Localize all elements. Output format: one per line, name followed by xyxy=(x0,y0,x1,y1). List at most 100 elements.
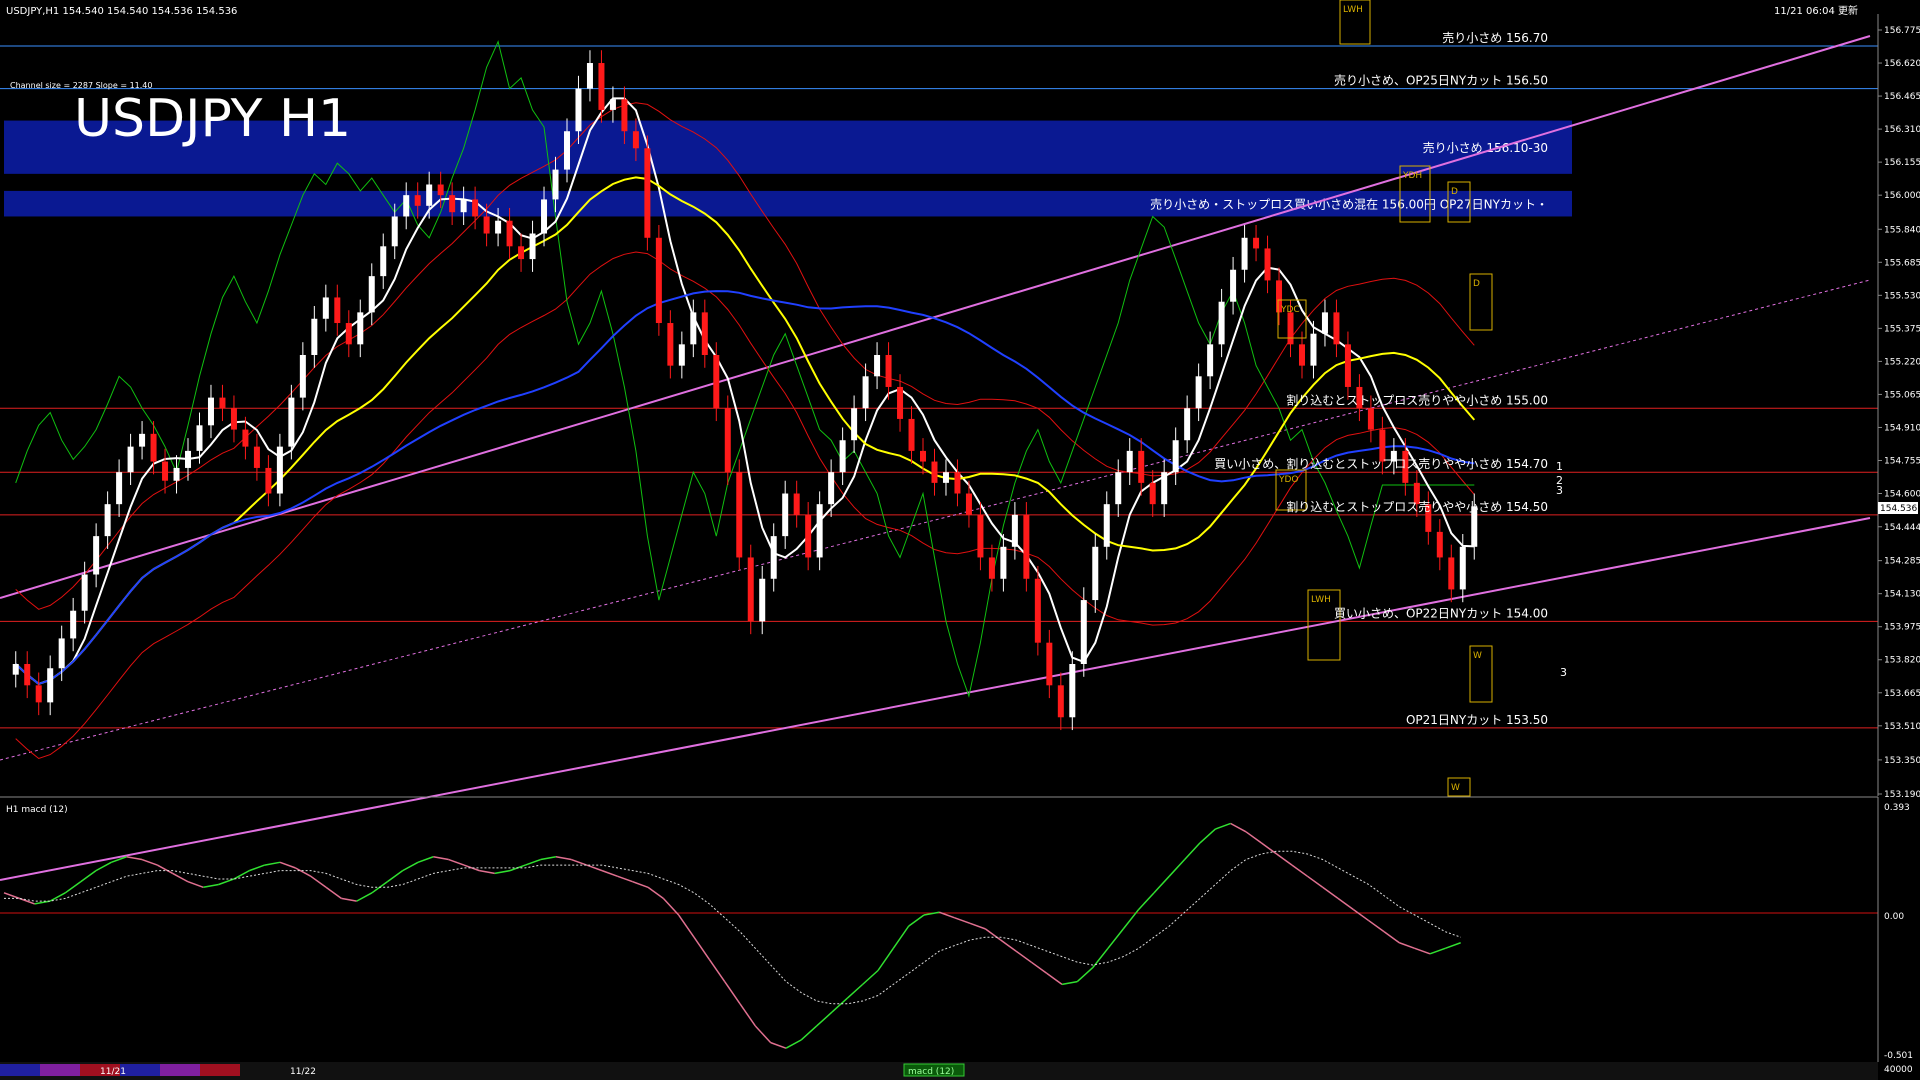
candle-body xyxy=(736,472,743,558)
candle-body xyxy=(713,354,720,409)
symbol-info: USDJPY,H1 154.540 154.540 154.536 154.53… xyxy=(6,6,237,17)
candle-body xyxy=(1080,600,1087,665)
candle-body xyxy=(1264,248,1271,281)
candle-body xyxy=(276,446,283,494)
macd-bottom-value: 40000 xyxy=(1884,1065,1913,1075)
candle-body xyxy=(759,578,766,622)
price-tick-label: 156.000 xyxy=(1884,191,1920,201)
candle-body xyxy=(1287,312,1294,345)
candle-body xyxy=(632,131,639,149)
date-label: 11/22 xyxy=(290,1067,316,1077)
candle-body xyxy=(299,354,306,398)
candle-body xyxy=(322,297,329,319)
candle-body xyxy=(621,99,628,132)
price-tick-label: 154.130 xyxy=(1884,590,1920,600)
candle-body xyxy=(793,493,800,515)
candle-body xyxy=(426,184,433,206)
price-tick-label: 154.444 xyxy=(1884,523,1920,533)
candle-body xyxy=(701,312,708,355)
zone-label: 売り小さめ 156.10-30 xyxy=(1423,140,1548,155)
candle-body xyxy=(403,195,410,217)
candle-body xyxy=(1092,546,1099,601)
candle-body xyxy=(81,574,88,611)
candle-body xyxy=(1023,514,1030,579)
candle-body xyxy=(1344,344,1351,387)
candle-body xyxy=(1367,408,1374,430)
candle-body xyxy=(667,323,674,366)
candle-body xyxy=(116,472,123,505)
candle-body xyxy=(1069,664,1076,718)
price-tick-label: 156.775 xyxy=(1884,26,1920,36)
level-box-label: YDO xyxy=(1278,475,1299,485)
candle-body xyxy=(265,467,272,494)
candle-body xyxy=(150,433,157,462)
price-tick-label: 153.190 xyxy=(1884,790,1920,800)
price-tick-label: 155.065 xyxy=(1884,390,1920,400)
period-segment xyxy=(120,1064,160,1076)
candle-body xyxy=(1241,237,1248,270)
candle-body xyxy=(988,557,995,579)
candle-body xyxy=(12,664,19,675)
candle-body xyxy=(460,199,467,213)
candle-body xyxy=(1218,301,1225,345)
candle-body xyxy=(782,493,789,537)
candle-body xyxy=(862,376,869,409)
candle-body xyxy=(58,638,65,669)
candle-body xyxy=(173,467,180,481)
candle-body xyxy=(1172,440,1179,473)
indicator-tab-label: macd (12) xyxy=(908,1067,954,1077)
candle-body xyxy=(437,184,444,196)
price-tick-label: 153.975 xyxy=(1884,623,1920,633)
chart-window[interactable]: 売り小さめ 156.10-30 売り小さめ・ストップロス買い小さめ混在 156.0… xyxy=(0,0,1920,1080)
candle-body xyxy=(1046,642,1053,686)
datetime-label: 11/21 06:04 更新 xyxy=(1774,4,1858,17)
period-segment xyxy=(0,1064,40,1076)
candle-body xyxy=(518,246,525,260)
candle-body xyxy=(345,323,352,345)
candle-body xyxy=(644,148,651,238)
bottom-date-bar[interactable]: 11/21 11/22 macd (12) xyxy=(0,1062,1878,1080)
candle-body xyxy=(1057,685,1064,718)
candle-body xyxy=(931,461,938,483)
price-level-label: 売り小さめ 156.70 xyxy=(1442,30,1548,45)
price-tick-label: 155.840 xyxy=(1884,225,1920,235)
macd-tick-label: 0.393 xyxy=(1884,803,1910,813)
price-tick-label: 156.620 xyxy=(1884,59,1920,69)
level-box-label: W xyxy=(1473,651,1482,661)
candle-body xyxy=(196,425,203,451)
candle-body xyxy=(139,433,146,447)
current-price-label: 154.536 xyxy=(1880,504,1917,514)
candle-body xyxy=(207,397,214,426)
projection-marker: 3 xyxy=(1560,666,1567,679)
price-tick-label: 153.665 xyxy=(1884,689,1920,699)
candle-body xyxy=(288,397,295,447)
candle-body xyxy=(1310,333,1317,366)
price-level-label: 割り込むとストップロス売りやや小さめ 154.50 xyxy=(1286,499,1548,514)
candle-body xyxy=(690,312,697,345)
macd-label: H1 macd (12) xyxy=(6,805,68,815)
candle-body xyxy=(47,668,54,703)
candle-body xyxy=(1230,269,1237,302)
candle-body xyxy=(942,472,949,483)
candle-body xyxy=(954,472,961,494)
macd-tick-label: 0.00 xyxy=(1884,912,1904,922)
candle-body xyxy=(1298,344,1305,366)
candle-body xyxy=(655,237,662,324)
candle-body xyxy=(1011,514,1018,547)
candle-body xyxy=(506,220,513,247)
candle-body xyxy=(380,246,387,277)
price-level-label: 売り小さめ、OP25日NYカット 156.50 xyxy=(1334,73,1548,88)
price-level-label: OP21日NYカット 153.50 xyxy=(1406,713,1548,727)
period-segment xyxy=(160,1064,200,1076)
price-tick-label: 155.530 xyxy=(1884,291,1920,301)
zone-label: 売り小さめ・ストップロス買い小さめ混在 156.00円 OP27日NYカット・ xyxy=(1150,197,1548,212)
candle-body xyxy=(449,195,456,213)
price-tick-label: 156.310 xyxy=(1884,125,1920,135)
candle-body xyxy=(242,429,249,447)
projection-marker: 3 xyxy=(1556,484,1563,497)
price-tick-label: 155.220 xyxy=(1884,357,1920,367)
candle-body xyxy=(1253,237,1260,249)
candle-body xyxy=(24,664,31,686)
candle-body xyxy=(1448,557,1455,590)
candle-body xyxy=(1207,344,1214,377)
